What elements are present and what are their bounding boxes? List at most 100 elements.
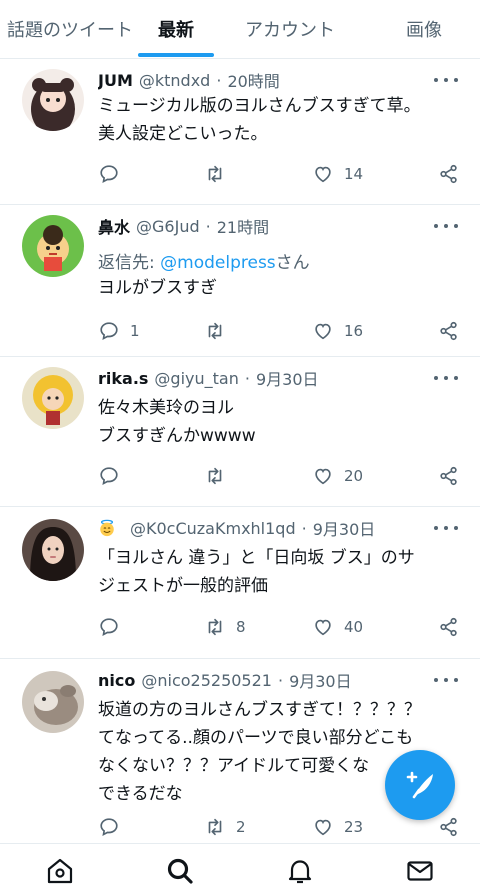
retweet-icon <box>208 467 222 485</box>
share-button[interactable] <box>438 319 460 343</box>
tweet[interactable]: JUM @ktndxd · 20時間 ミュージカル版のヨルさんブスすぎて草。 美… <box>0 59 480 205</box>
reply-prefix: 返信先: <box>98 253 161 273</box>
retweet-icon <box>208 818 222 836</box>
tweet-feed: JUM @ktndxd · 20時間 ミュージカル版のヨルさんブスすぎて草。 美… <box>0 59 480 849</box>
mail-icon <box>407 861 433 881</box>
tweet-header: JUM @ktndxd · 20時間 <box>98 69 420 92</box>
share-button[interactable] <box>438 815 460 839</box>
like-count: 40 <box>344 618 364 636</box>
share-icon <box>440 817 457 837</box>
display-name[interactable]: JUM <box>98 71 133 90</box>
heart-icon <box>315 323 331 340</box>
retweet-icon <box>208 165 222 183</box>
display-name[interactable]: rika.s <box>98 369 148 388</box>
retweet-button[interactable] <box>204 162 236 186</box>
reply-icon <box>100 818 118 837</box>
tab-latest[interactable]: 最新 <box>138 0 214 58</box>
retweet-button[interactable] <box>204 464 236 488</box>
reply-button[interactable] <box>98 464 130 488</box>
user-handle[interactable]: @giyu_tan <box>154 369 238 388</box>
heart-icon <box>315 166 331 183</box>
tweet-actions: 2 23 <box>98 815 460 839</box>
like-button[interactable]: 14 <box>312 162 363 186</box>
share-button[interactable] <box>438 162 460 186</box>
reply-suffix: さん <box>275 253 310 273</box>
tweet-text: ミュージカル版のヨルさんブスすぎて草。 美人設定どこいった。 <box>98 96 421 144</box>
reply-icon <box>100 165 118 184</box>
tweet-text: ヨルがブスすぎ <box>98 278 217 298</box>
heart-icon <box>315 468 331 485</box>
heart-icon <box>315 619 331 636</box>
retweet-button[interactable]: 2 <box>204 815 246 839</box>
reply-button[interactable] <box>98 615 130 639</box>
tweet-actions: 14 <box>98 162 460 186</box>
bell-icon <box>288 860 312 884</box>
tab-images[interactable]: 画像 <box>368 0 480 58</box>
more-options-icon[interactable] <box>434 370 458 386</box>
more-options-icon[interactable] <box>434 520 458 536</box>
reply-button[interactable] <box>98 162 130 186</box>
timestamp[interactable]: 20時間 <box>227 69 279 91</box>
retweet-button[interactable] <box>204 319 236 343</box>
tab-label: 画像 <box>406 20 442 41</box>
like-button[interactable]: 40 <box>312 615 363 639</box>
tweet[interactable]: @K0cCuzaKmxhl1qd · 9月30日 「ヨルさん 違う」と「日向坂 … <box>0 507 480 659</box>
avatar[interactable] <box>22 215 84 277</box>
timestamp[interactable]: 21時間 <box>217 215 269 237</box>
nav-notifications[interactable] <box>285 856 315 886</box>
like-button[interactable]: 16 <box>312 319 363 343</box>
share-icon <box>440 466 457 486</box>
more-options-icon[interactable] <box>434 218 458 234</box>
user-handle[interactable]: @ktndxd <box>139 71 210 90</box>
tab-top-tweets[interactable]: 話題のツイート <box>0 0 140 58</box>
tweet-actions: 20 <box>98 464 460 488</box>
reply-to-handle[interactable]: @modelpress <box>160 253 276 273</box>
tweet-header: nico @nico25250521 · 9月30日 <box>98 669 420 692</box>
bottom-navigation <box>0 843 480 894</box>
like-count: 23 <box>344 818 364 836</box>
avatar[interactable] <box>22 69 84 131</box>
display-name[interactable]: nico <box>98 671 135 690</box>
display-name[interactable]: 鼻水 <box>98 215 130 237</box>
reply-count: 1 <box>130 322 140 340</box>
separator-dot: · <box>205 216 211 236</box>
active-tab-indicator <box>138 53 214 57</box>
tweet[interactable]: rika.s @giyu_tan · 9月30日 佐々木美玲のヨル ブスすぎんか… <box>0 357 480 507</box>
nav-messages[interactable] <box>405 856 435 886</box>
avatar[interactable] <box>22 367 84 429</box>
reply-icon <box>100 618 118 637</box>
retweet-button[interactable]: 8 <box>204 615 246 639</box>
timestamp[interactable]: 9月30日 <box>256 367 319 389</box>
share-button[interactable] <box>438 464 460 488</box>
share-icon <box>440 617 457 637</box>
compose-icon <box>406 771 433 799</box>
timestamp[interactable]: 9月30日 <box>289 669 352 691</box>
avatar[interactable] <box>22 671 84 733</box>
nav-search[interactable] <box>165 856 195 886</box>
more-options-icon[interactable] <box>434 72 458 88</box>
tab-accounts[interactable]: アカウント <box>212 0 368 58</box>
more-options-icon[interactable] <box>434 672 458 688</box>
tweet-header: @K0cCuzaKmxhl1qd · 9月30日 <box>98 517 420 539</box>
nav-home[interactable] <box>45 856 75 886</box>
tweet-text: 佐々木美玲のヨル ブスすぎんかwwww <box>98 398 256 446</box>
tab-label: アカウント <box>245 20 335 41</box>
tweet[interactable]: 鼻水 @G6Jud · 21時間 返信先: @modelpressさん ヨルがブ… <box>0 205 480 357</box>
reply-icon <box>100 322 118 341</box>
tweet-header: 鼻水 @G6Jud · 21時間 <box>98 215 420 238</box>
heart-icon <box>315 819 331 836</box>
user-handle[interactable]: @K0cCuzaKmxhl1qd <box>130 519 296 538</box>
avatar[interactable] <box>22 519 84 581</box>
user-handle[interactable]: @nico25250521 <box>141 671 272 690</box>
like-button[interactable]: 20 <box>312 464 363 488</box>
like-button[interactable]: 23 <box>312 815 363 839</box>
separator-dot: · <box>277 670 284 690</box>
compose-tweet-button[interactable] <box>385 750 455 820</box>
retweet-icon <box>208 322 222 340</box>
share-button[interactable] <box>438 615 460 639</box>
reply-button[interactable] <box>98 815 130 839</box>
share-icon <box>440 321 457 341</box>
reply-button[interactable]: 1 <box>98 319 140 343</box>
user-handle[interactable]: @G6Jud <box>136 217 200 236</box>
timestamp[interactable]: 9月30日 <box>313 517 376 539</box>
